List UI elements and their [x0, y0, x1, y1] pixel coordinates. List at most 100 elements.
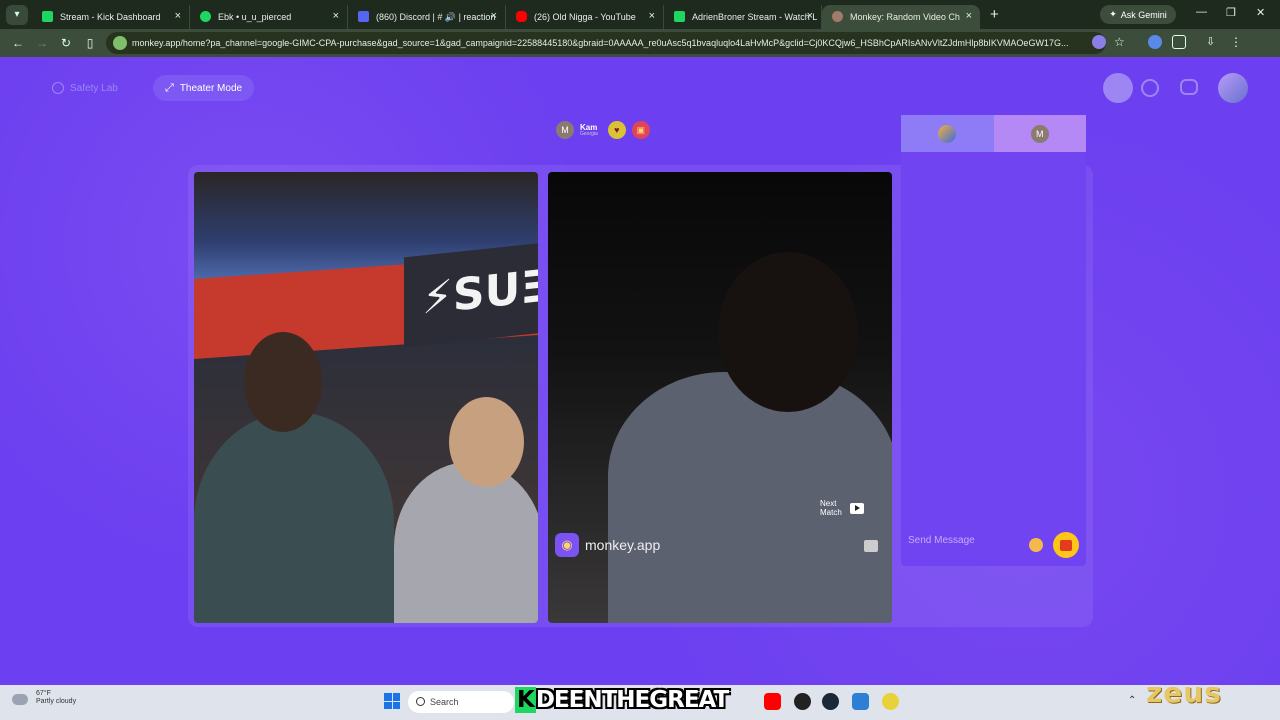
tab-title: Monkey: Random Video Ch	[850, 12, 960, 22]
app-icon[interactable]	[852, 693, 869, 710]
emoji-icon[interactable]	[1029, 538, 1043, 552]
youtube-icon[interactable]	[764, 693, 781, 710]
browser-tab[interactable]: AdrienBroner Stream - Watch L ×	[664, 5, 822, 29]
menu-icon[interactable]: ⋮	[1230, 35, 1244, 49]
chat-tab-peer[interactable]: M	[993, 115, 1086, 152]
gemini-icon: ✦	[1109, 9, 1117, 19]
chat-tab-self[interactable]	[901, 115, 994, 152]
back-icon[interactable]: ←	[6, 36, 30, 50]
peer-name-block: Kam Georgia	[580, 123, 598, 137]
peer-info: M Kam Georgia ♥ ▣	[556, 121, 650, 139]
browser-tab-active[interactable]: Monkey: Random Video Ch ×	[822, 5, 980, 29]
minimize-icon[interactable]: —	[1196, 6, 1207, 18]
theater-mode-button[interactable]: ⤢ Theater Mode	[153, 75, 255, 101]
streamer-name: DEENTHEGREAT	[535, 687, 729, 713]
tab-search-button[interactable]: ▾	[6, 4, 28, 25]
site-info-icon[interactable]	[113, 36, 127, 50]
monkey-app-page: Safety Lab ⤢ Theater Mode ⚡SUƎ M Kam Geo…	[0, 57, 1280, 685]
tab-title: (860) Discord | # 🔊 | reaction	[376, 11, 496, 22]
gift-icon	[1060, 539, 1072, 551]
close-tab-icon[interactable]: ×	[491, 10, 497, 22]
kick-icon	[42, 11, 53, 22]
close-tab-icon[interactable]: ×	[333, 10, 339, 22]
weather-temp: 67°F	[36, 690, 51, 697]
report-icon[interactable]	[864, 540, 878, 552]
weather-widget[interactable]: 67°F Partly cloudy	[36, 690, 76, 707]
close-window-icon[interactable]: ✕	[1256, 6, 1265, 19]
kick-icon	[674, 11, 685, 22]
streamer-person	[194, 412, 394, 623]
search-label: Search	[430, 697, 459, 707]
gift-badge-icon[interactable]: ▣	[631, 121, 650, 139]
sidebar-icon[interactable]: ▯	[78, 36, 102, 50]
tab-title: (26) Old Nigga - YouTube	[534, 12, 636, 22]
chat-panel: M Send Message	[901, 115, 1086, 566]
remote-head	[718, 252, 858, 412]
app-icon[interactable]	[794, 693, 811, 710]
heart-icon[interactable]: ♥	[607, 121, 626, 139]
history-icon[interactable]	[1141, 79, 1159, 97]
address-bar[interactable]: monkey.app/home?pa_channel=google-GIMC-C…	[106, 32, 1106, 54]
search-icon	[416, 697, 425, 706]
streamer-name-overlay: KDEENTHEGREAT	[515, 687, 729, 717]
theater-mode-label: Theater Mode	[179, 82, 243, 94]
bookmark-star-icon[interactable]: ☆	[1114, 35, 1128, 49]
reload-icon[interactable]: ↻	[54, 36, 78, 50]
maximize-icon[interactable]: ❐	[1226, 6, 1236, 19]
self-avatar	[938, 124, 957, 143]
send-message-input[interactable]: Send Message	[908, 535, 975, 546]
steam-icon[interactable]	[822, 693, 839, 710]
close-tab-icon[interactable]: ×	[966, 10, 972, 22]
discord-icon	[358, 11, 369, 22]
peer-avatar: M	[1030, 124, 1049, 143]
windows-taskbar: 67°F Partly cloudy Search KDEENTHEGREAT …	[0, 685, 1280, 720]
avatar[interactable]	[1218, 73, 1248, 103]
chevron-up-icon[interactable]: ⌃	[1128, 695, 1136, 706]
next-match-button[interactable]: Next Match	[820, 499, 864, 518]
profile-extension-icon[interactable]	[1148, 35, 1162, 49]
downloads-icon[interactable]: ⇩	[1206, 35, 1220, 49]
kick-logo: K	[515, 687, 536, 713]
expand-icon: ⤢	[165, 81, 174, 94]
play-icon	[849, 503, 864, 515]
new-tab-icon[interactable]: +	[990, 6, 999, 23]
shield-icon	[52, 82, 64, 94]
forward-icon[interactable]: →	[30, 36, 54, 50]
close-tab-icon[interactable]: ×	[649, 10, 655, 22]
kick-icon	[200, 11, 211, 22]
browser-tab[interactable]: Stream - Kick Dashboard ×	[32, 5, 190, 29]
peer-location: Georgia	[580, 130, 598, 137]
monkey-icon	[832, 11, 843, 22]
messages-icon[interactable]	[1180, 79, 1198, 95]
chat-tabs: M	[901, 115, 1086, 152]
weather-desc: Partly cloudy	[36, 698, 77, 706]
ask-gemini-button[interactable]: ✦ Ask Gemini	[1100, 5, 1176, 24]
tab-title: AdrienBroner Stream - Watch L	[692, 12, 818, 22]
tab-title: Stream - Kick Dashboard	[60, 12, 161, 22]
taskbar-search[interactable]: Search	[408, 691, 514, 713]
close-tab-icon[interactable]: ×	[807, 10, 813, 22]
app-icon[interactable]	[882, 693, 899, 710]
remote-person	[608, 372, 892, 623]
monkey-logo-icon: ◉	[555, 533, 579, 557]
browser-toolbar: ← → ↻ ▯ monkey.app/home?pa_channel=googl…	[0, 29, 1280, 57]
browser-tab[interactable]: (26) Old Nigga - YouTube ×	[506, 5, 664, 29]
close-tab-icon[interactable]: ×	[175, 10, 181, 22]
monkey-app-watermark: ◉ monkey.app	[555, 533, 660, 557]
gift-button[interactable]	[1053, 532, 1079, 558]
browser-tab[interactable]: (860) Discord | # 🔊 | reaction ×	[348, 5, 506, 29]
windows-start-icon[interactable]	[384, 693, 400, 709]
peer-avatar[interactable]: M	[556, 121, 574, 139]
extensions-puzzle-icon[interactable]	[1172, 35, 1186, 49]
brand-label: monkey.app	[585, 537, 661, 553]
browser-tab-bar: ▾ Stream - Kick Dashboard × Ebk • u_u_pi…	[0, 0, 1280, 29]
safety-lab-button[interactable]: Safety Lab	[40, 75, 130, 101]
next-match-label: Next Match	[820, 499, 842, 517]
youtube-icon	[516, 11, 527, 22]
browser-tab[interactable]: Ebk • u_u_pierced ×	[190, 5, 348, 29]
gem-icon[interactable]	[1103, 73, 1133, 103]
ask-gemini-label: Ask Gemini	[1120, 9, 1167, 20]
zeus-watermark: zeus	[1146, 676, 1222, 709]
extension-icon[interactable]	[1092, 35, 1106, 49]
tab-title: Ebk • u_u_pierced	[218, 12, 292, 22]
